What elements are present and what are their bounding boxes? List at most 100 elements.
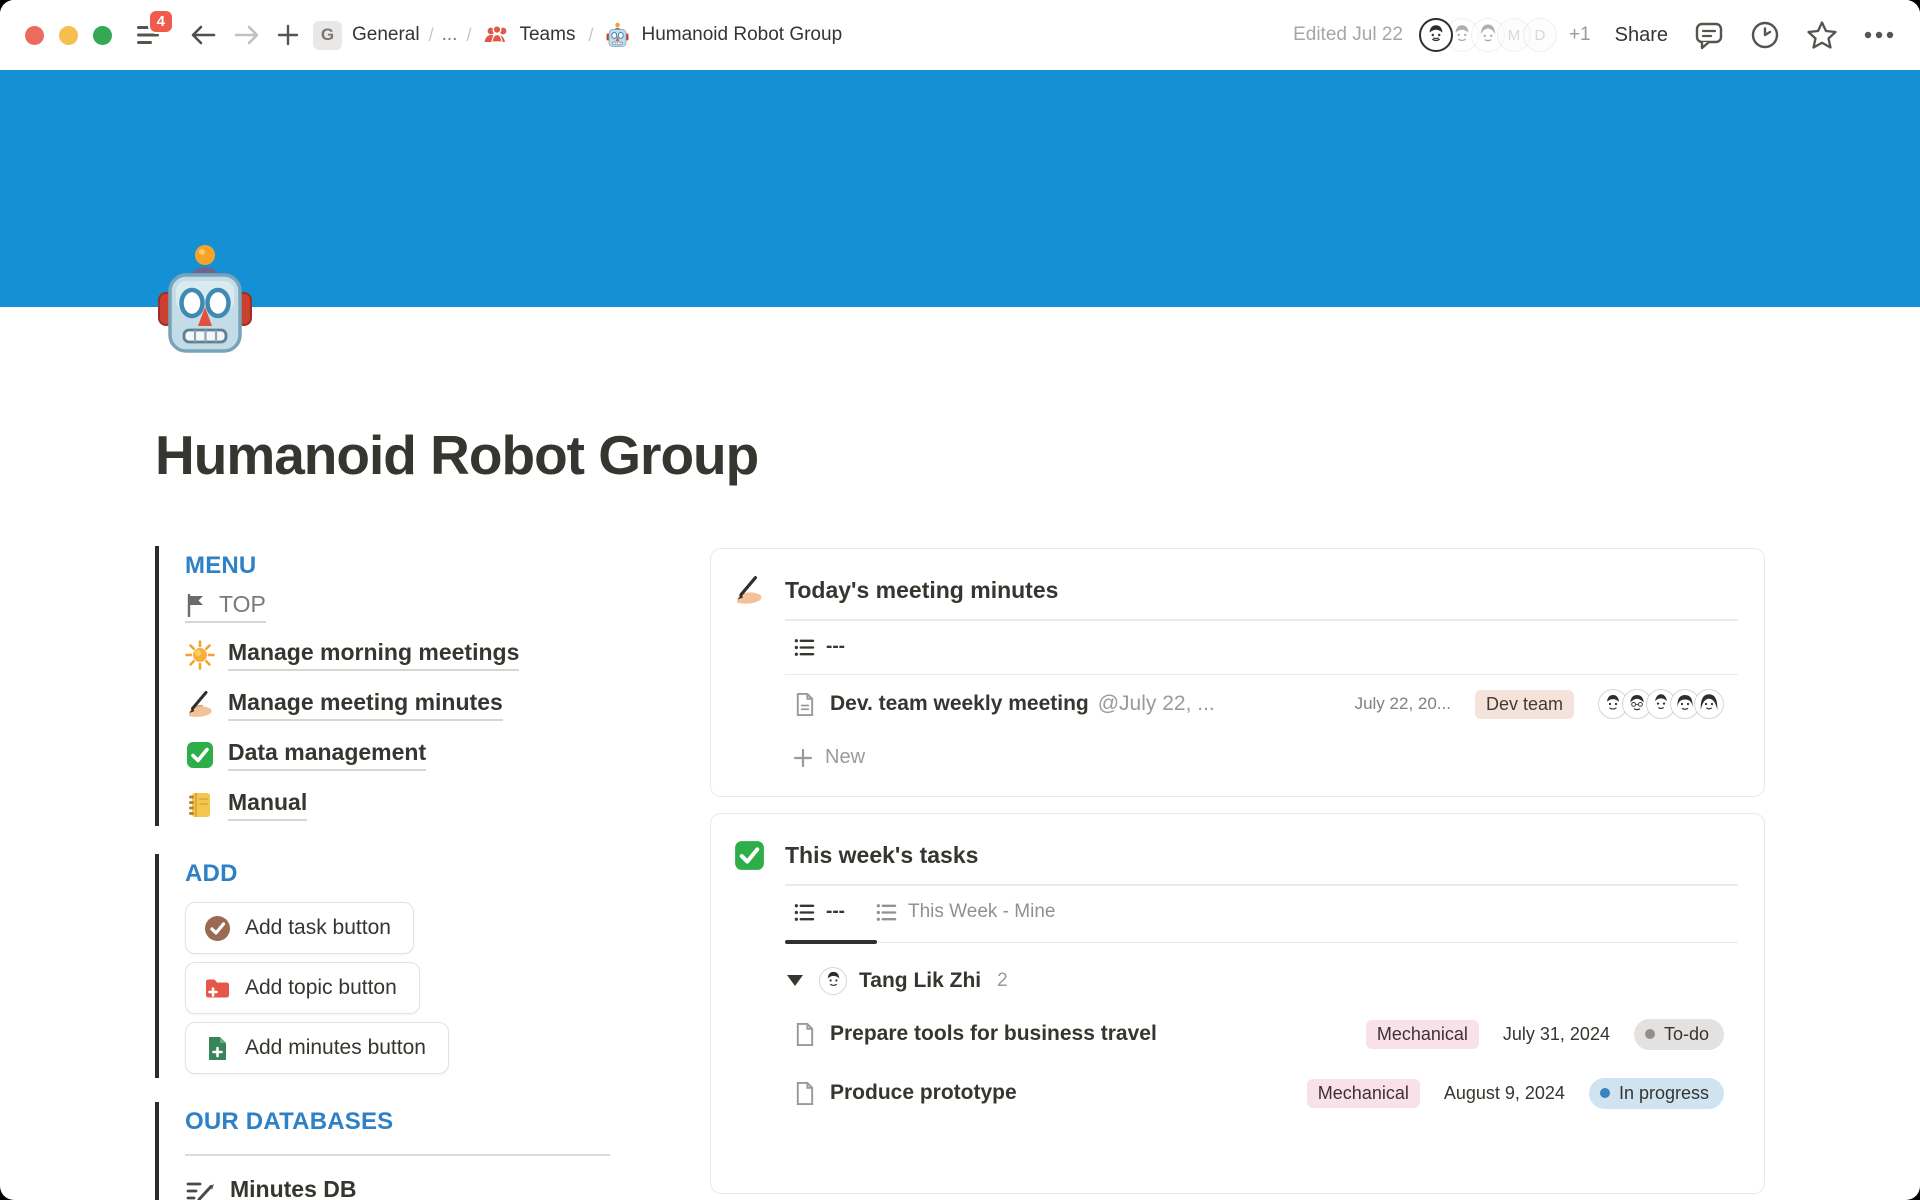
page-title[interactable]: Humanoid Robot Group bbox=[155, 423, 758, 487]
card-title: This week's tasks bbox=[785, 838, 978, 872]
page-robot-icon[interactable] bbox=[155, 243, 255, 361]
check-mark-icon bbox=[733, 840, 765, 871]
sidebar-item-top[interactable]: TOP bbox=[185, 592, 625, 622]
add-section: ADD Add task button bbox=[155, 854, 625, 1078]
star-icon bbox=[1806, 20, 1838, 50]
robot-icon bbox=[155, 243, 255, 361]
doc-plus-icon bbox=[204, 1035, 231, 1062]
clock-icon bbox=[1750, 20, 1780, 50]
button-label: Add task button bbox=[245, 916, 391, 940]
due-date: July 31, 2024 bbox=[1503, 1024, 1610, 1045]
group-name[interactable]: Tang Lik Zhi bbox=[859, 969, 981, 993]
task-row[interactable]: Produce prototype Mechanical August 9, 2… bbox=[785, 1064, 1738, 1123]
button-label: Add minutes button bbox=[245, 1036, 426, 1060]
list-view-icon bbox=[793, 636, 816, 659]
ellipsis-icon bbox=[1864, 31, 1894, 39]
view-tab-all[interactable]: --- bbox=[793, 901, 845, 926]
back-button[interactable] bbox=[190, 24, 216, 46]
presence-avatars[interactable]: M D bbox=[1419, 18, 1557, 52]
page-sidebar: MENU TOP bbox=[155, 546, 625, 1200]
new-meeting-button[interactable]: New bbox=[785, 733, 1738, 782]
new-tab-button[interactable] bbox=[277, 24, 299, 46]
add-task-button[interactable]: Add task button bbox=[185, 902, 414, 954]
view-tab-label: --- bbox=[826, 901, 845, 923]
sidebar-item-data-management[interactable]: Data management bbox=[185, 738, 625, 772]
new-button-label: New bbox=[825, 746, 865, 769]
add-minutes-button[interactable]: Add minutes button bbox=[185, 1022, 449, 1074]
add-section-header: ADD bbox=[185, 860, 625, 888]
minimize-window-button[interactable] bbox=[59, 26, 78, 45]
avatar bbox=[819, 967, 847, 995]
active-tab-indicator bbox=[785, 940, 877, 944]
sidebar-item-morning-meetings[interactable]: Manage morning meetings bbox=[185, 638, 625, 672]
card-title: Today's meeting minutes bbox=[785, 573, 1058, 607]
sidebar-item-manual[interactable]: Manual bbox=[185, 788, 625, 822]
meeting-title[interactable]: Dev. team weekly meeting bbox=[830, 692, 1089, 716]
sidebar-item-minutes-db[interactable]: Minutes DB bbox=[185, 1174, 625, 1200]
breadcrumb-separator: / bbox=[429, 25, 434, 46]
databases-section: OUR DATABASES Minutes DB bbox=[155, 1102, 625, 1200]
task-title[interactable]: Produce prototype bbox=[830, 1081, 1017, 1105]
due-date: August 9, 2024 bbox=[1444, 1083, 1565, 1104]
favorite-button[interactable] bbox=[1806, 20, 1838, 50]
breadcrumb-ellipsis[interactable]: ... bbox=[442, 24, 458, 46]
add-topic-button[interactable]: Add topic button bbox=[185, 962, 420, 1014]
history-button[interactable] bbox=[1750, 20, 1780, 50]
more-options-button[interactable] bbox=[1864, 31, 1894, 39]
ledger-icon bbox=[185, 791, 215, 819]
avatar-letter-d[interactable]: D bbox=[1523, 18, 1557, 52]
view-tab-label: This Week - Mine bbox=[908, 901, 1055, 923]
forward-button[interactable] bbox=[234, 24, 260, 46]
breadcrumb-teams[interactable]: Teams bbox=[519, 24, 575, 46]
status-badge: To-do bbox=[1634, 1019, 1724, 1050]
status-dot bbox=[1600, 1088, 1610, 1098]
close-window-button[interactable] bbox=[25, 26, 44, 45]
traffic-lights bbox=[25, 26, 112, 45]
sun-icon bbox=[185, 640, 215, 670]
sidebar-item-label: Manual bbox=[228, 789, 307, 821]
view-tab-this-week-mine[interactable]: This Week - Mine bbox=[875, 901, 1055, 926]
edited-timestamp: Edited Jul 22 bbox=[1293, 24, 1403, 46]
zoom-window-button[interactable] bbox=[93, 26, 112, 45]
meeting-date-mention: @July 22, ... bbox=[1098, 692, 1215, 716]
list-view-icon bbox=[875, 901, 898, 924]
avatar-overflow-count[interactable]: +1 bbox=[1569, 24, 1591, 46]
comments-button[interactable] bbox=[1694, 20, 1724, 50]
teams-icon bbox=[483, 24, 511, 46]
sidebar-item-label: Manage morning meetings bbox=[228, 639, 519, 671]
main-content: Today's meeting minutes --- bbox=[710, 548, 1765, 1194]
view-tab-minutes[interactable]: --- bbox=[793, 636, 845, 661]
robot-icon bbox=[604, 22, 631, 49]
share-button[interactable]: Share bbox=[1615, 24, 1668, 47]
plus-icon bbox=[277, 24, 299, 46]
status-label: To-do bbox=[1664, 1024, 1709, 1045]
task-title[interactable]: Prepare tools for business travel bbox=[830, 1022, 1157, 1046]
divider bbox=[185, 1154, 610, 1156]
meeting-date: July 22, 20... bbox=[1355, 694, 1451, 714]
sidebar-item-meeting-minutes[interactable]: Manage meeting minutes bbox=[185, 688, 625, 722]
databases-section-header: OUR DATABASES bbox=[185, 1108, 625, 1136]
compose-icon bbox=[185, 1178, 217, 1200]
task-row[interactable]: Prepare tools for business travel Mechan… bbox=[785, 1005, 1738, 1064]
collapse-toggle-icon[interactable] bbox=[787, 975, 803, 986]
check-mark-icon bbox=[185, 741, 215, 769]
meeting-row[interactable]: Dev. team weekly meeting @July 22, ... J… bbox=[785, 675, 1738, 733]
breadcrumb-separator: / bbox=[466, 25, 471, 46]
breadcrumb-general[interactable]: General bbox=[352, 24, 420, 46]
page-icon bbox=[793, 1022, 816, 1047]
back-arrow-icon bbox=[190, 24, 216, 46]
attendee-avatars bbox=[1598, 689, 1724, 719]
avatar bbox=[1694, 689, 1724, 719]
sidebar-toggle-button[interactable]: 4 bbox=[134, 20, 164, 50]
avatar[interactable] bbox=[1419, 18, 1453, 52]
forward-arrow-icon bbox=[234, 24, 260, 46]
category-tag: Mechanical bbox=[1307, 1079, 1420, 1108]
workspace-chip[interactable]: G bbox=[313, 21, 342, 50]
sidebar-item-label: Manage meeting minutes bbox=[228, 689, 503, 721]
sidebar-item-label: Data management bbox=[228, 739, 426, 771]
top-bar: 4 G General / ... / bbox=[0, 0, 1920, 70]
breadcrumb-page[interactable]: Humanoid Robot Group bbox=[641, 24, 842, 46]
sidebar-item-label: TOP bbox=[219, 591, 266, 618]
tasks-callout-card: This week's tasks --- bbox=[710, 813, 1765, 1194]
writing-hand-icon bbox=[733, 575, 765, 607]
